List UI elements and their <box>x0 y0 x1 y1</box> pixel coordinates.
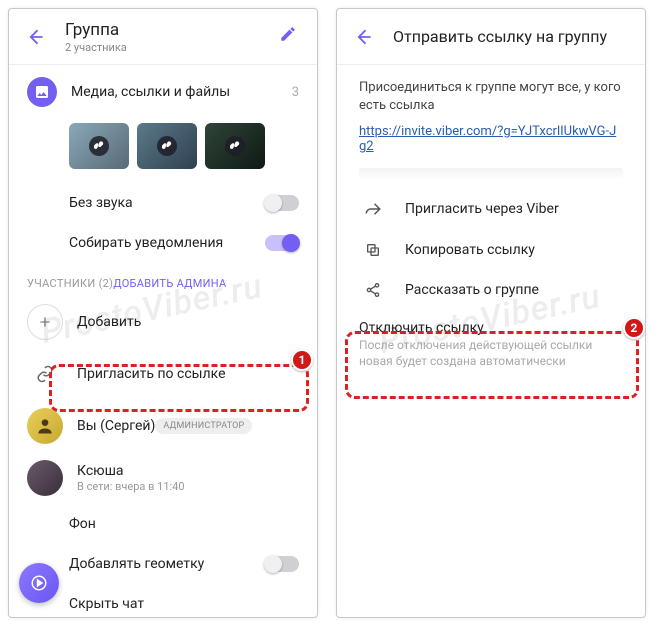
disable-link-subtitle: После отключения действующей ссылки нова… <box>359 338 623 369</box>
disable-link-title: Отключить ссылку <box>359 320 623 336</box>
member-name: Ксюша <box>77 463 185 479</box>
member-row[interactable]: Ксюша В сети: вчера в 11:40 <box>9 452 317 504</box>
copy-link-row[interactable]: Копировать ссылку <box>337 230 645 270</box>
media-thumb[interactable] <box>205 123 265 169</box>
avatar <box>27 460 63 496</box>
disable-link-row[interactable]: Отключить ссылку После отключения действ… <box>337 310 645 385</box>
media-thumbnails <box>9 119 317 183</box>
media-count: 3 <box>292 85 299 100</box>
member-name: Вы (Сергей) <box>77 418 155 434</box>
copy-link-label: Копировать ссылку <box>405 242 535 258</box>
plus-icon <box>27 304 63 340</box>
back-button[interactable] <box>351 25 375 49</box>
share-arrow-icon <box>359 200 387 218</box>
invite-viber-row[interactable]: Пригласить через Viber <box>337 188 645 230</box>
geo-label: Добавлять геометку <box>69 556 265 572</box>
fab-button[interactable] <box>19 563 59 603</box>
add-member-label: Добавить <box>77 314 141 330</box>
participants-header: УЧАСТНИКИ (2) ДОБАВИТЬ АДМИНА <box>9 263 317 296</box>
invite-url-link[interactable]: https://invite.viber.com/?g=YJTxcrlIUkwV… <box>337 120 645 168</box>
page-title: Группа <box>65 20 279 40</box>
media-label: Медиа, ссылки и файлы <box>71 84 292 100</box>
participants-label: УЧАСТНИКИ (2) <box>27 277 113 290</box>
phone-right: Отправить ссылку на группу Присоединитьс… <box>336 8 646 618</box>
blur-strip <box>359 168 623 180</box>
share-icon <box>359 282 387 298</box>
background-label: Фон <box>69 516 299 532</box>
avatar <box>27 408 63 444</box>
link-icon <box>27 356 63 392</box>
step-badge-2: 2 <box>623 317 645 339</box>
member-row[interactable]: Вы (Сергей) АДМИНИСТРАТОР <box>9 400 317 452</box>
collect-row[interactable]: Собирать уведомления <box>9 223 317 263</box>
header: Группа 2 участника <box>9 9 317 65</box>
mute-row[interactable]: Без звука <box>9 183 317 223</box>
mute-toggle[interactable] <box>265 195 299 211</box>
add-admin-link[interactable]: ДОБАВИТЬ АДМИНА <box>113 277 226 290</box>
edit-button[interactable] <box>279 25 303 49</box>
phone-left: е, как ивет ивет Группа 2 участника Меди… <box>8 8 318 618</box>
media-thumb[interactable] <box>69 123 129 169</box>
copy-icon <box>359 242 387 258</box>
invite-link-row[interactable]: Пригласить по ссылке <box>9 348 317 400</box>
media-thumb[interactable] <box>137 123 197 169</box>
media-row[interactable]: Медиа, ссылки и файлы 3 <box>9 65 317 119</box>
mute-label: Без звука <box>69 195 265 211</box>
geo-toggle[interactable] <box>265 556 299 572</box>
media-icon <box>27 77 57 107</box>
back-button[interactable] <box>23 25 47 49</box>
header: Отправить ссылку на группу <box>337 9 645 65</box>
page-title: Отправить ссылку на группу <box>393 27 631 46</box>
share-group-row[interactable]: Рассказать о группе <box>337 270 645 310</box>
page-subtitle: 2 участника <box>65 41 279 54</box>
admin-badge: АДМИНИСТРАТОР <box>155 418 252 434</box>
collect-label: Собирать уведомления <box>69 235 265 251</box>
collect-toggle[interactable] <box>265 235 299 251</box>
invite-link-label: Пригласить по ссылке <box>77 366 226 382</box>
description-text: Присоединиться к группе могут все, у ког… <box>337 65 645 120</box>
step-badge-1: 1 <box>291 349 313 371</box>
hide-chat-label: Скрыть чат <box>69 596 299 612</box>
member-status: В сети: вчера в 11:40 <box>77 480 185 493</box>
share-group-label: Рассказать о группе <box>405 282 539 298</box>
add-member-row[interactable]: Добавить <box>9 296 317 348</box>
background-row[interactable]: Фон <box>9 504 317 544</box>
invite-viber-label: Пригласить через Viber <box>405 201 559 217</box>
